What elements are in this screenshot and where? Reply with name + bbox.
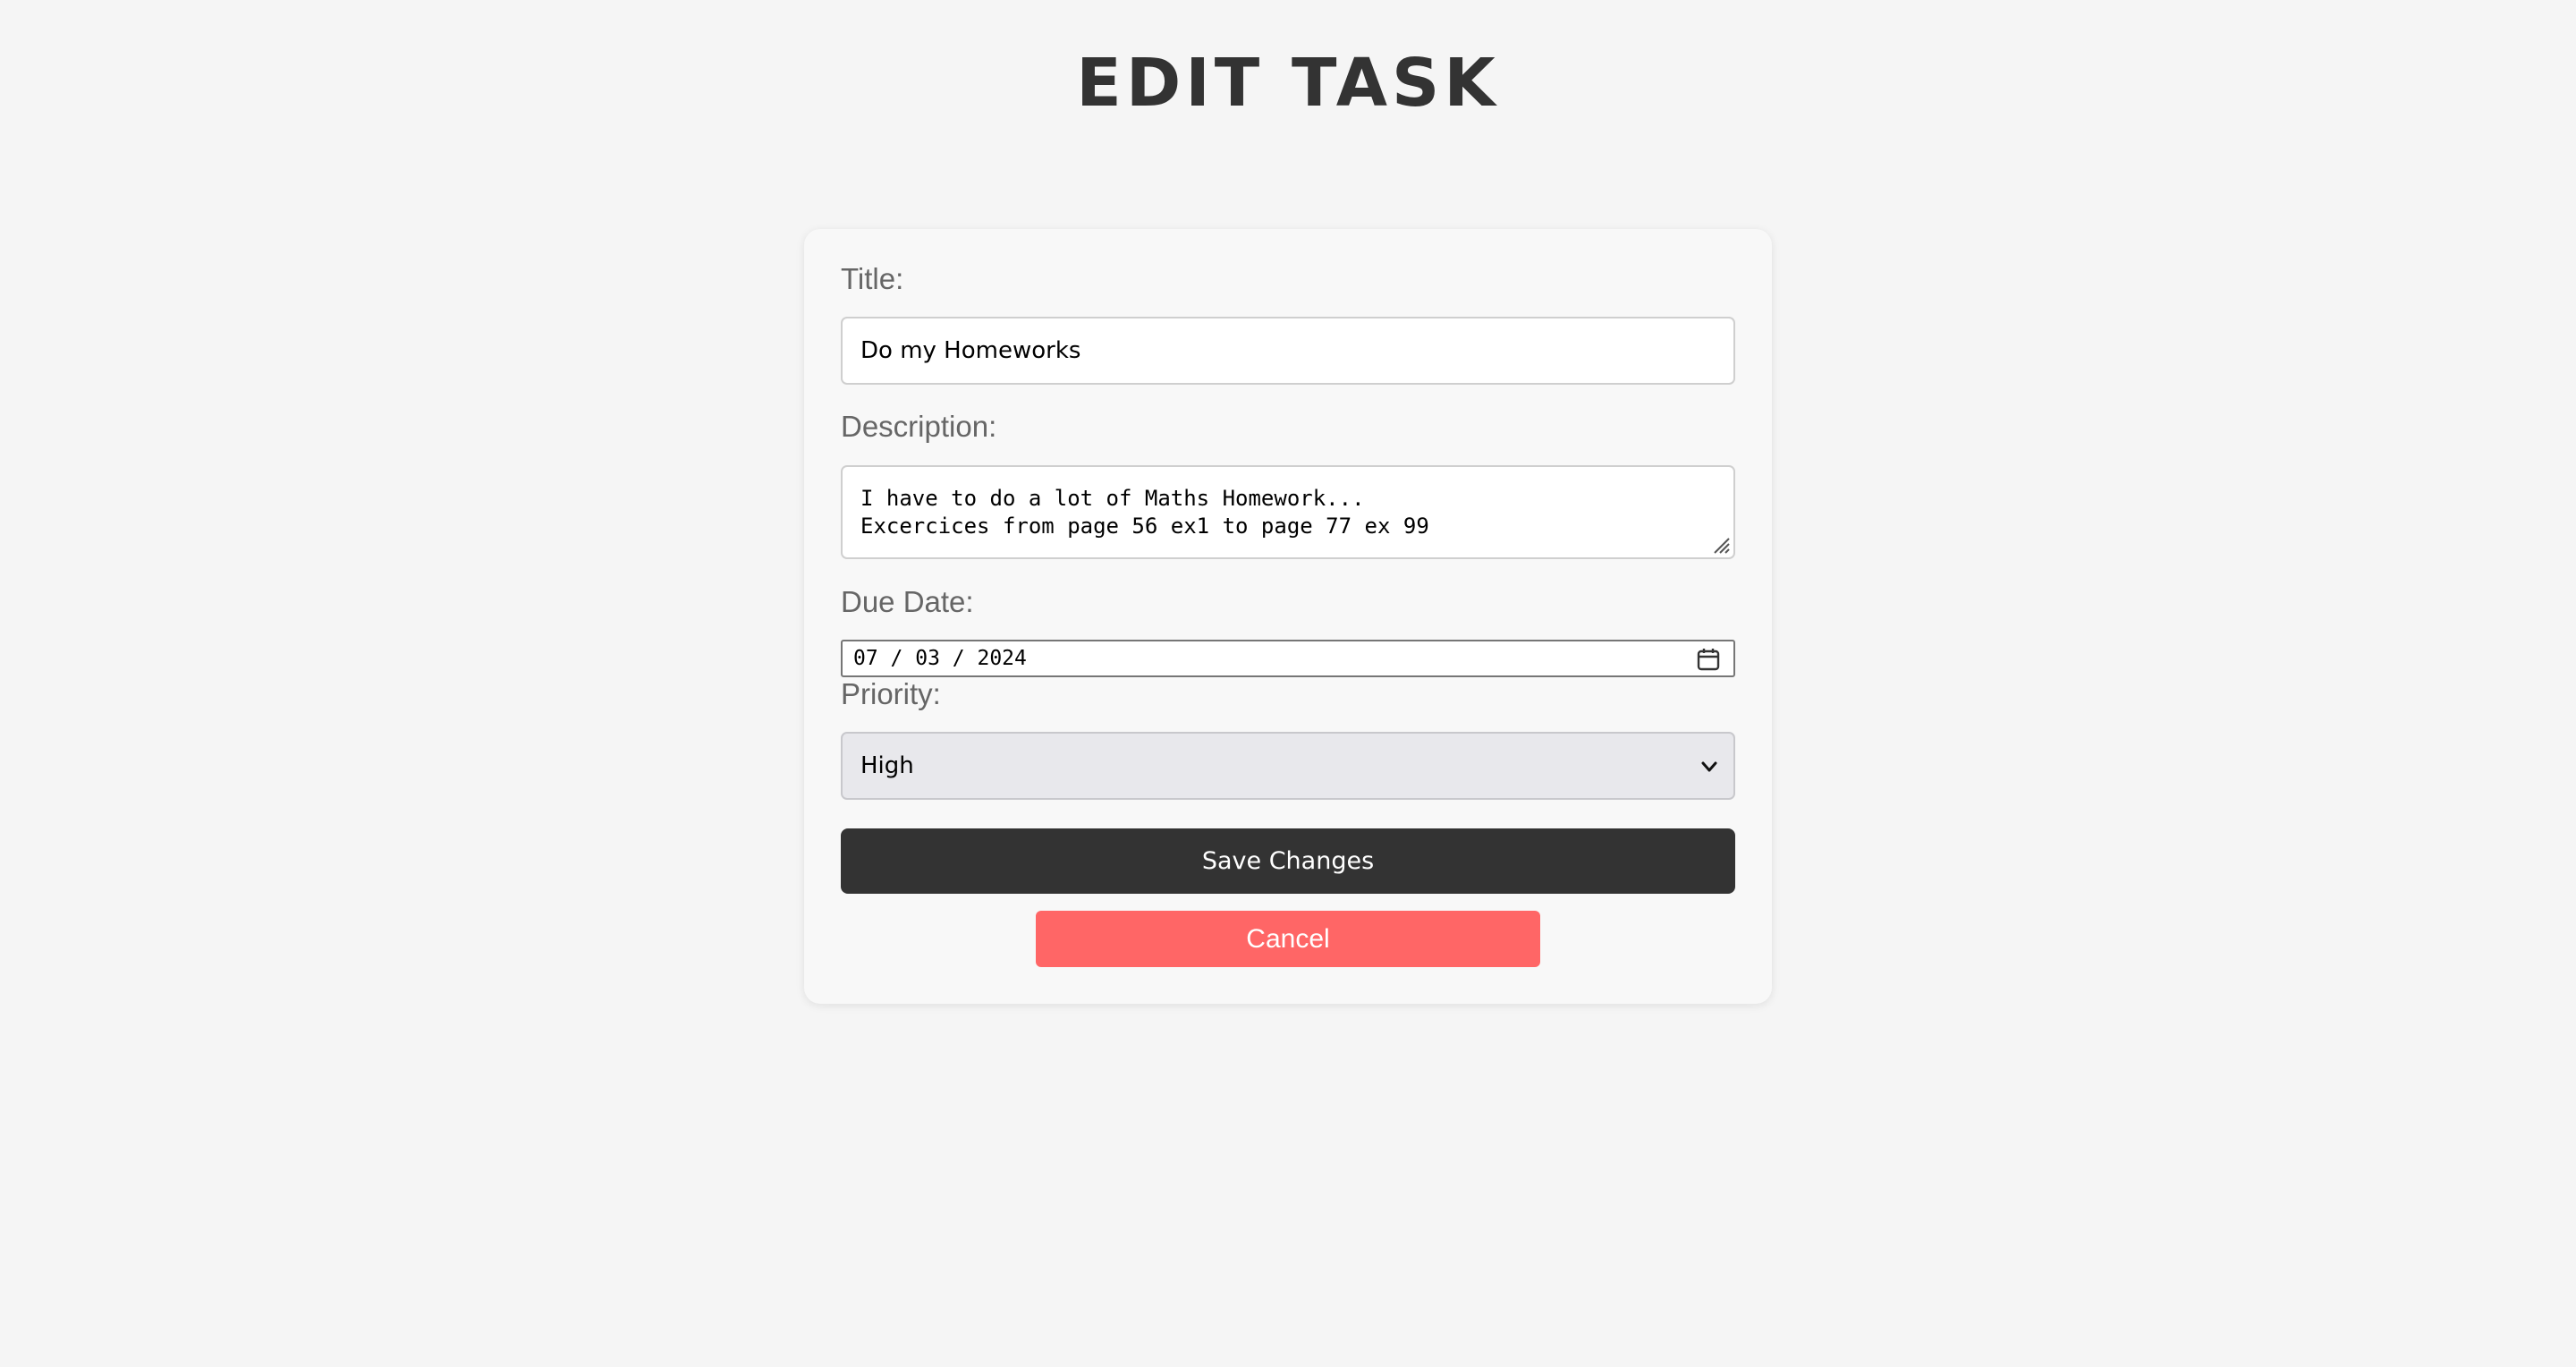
priority-label: Priority: (841, 677, 941, 710)
chevron-down-icon (1701, 761, 1717, 772)
due-date-value: 07 / 03 / 2024 (853, 647, 1027, 670)
due-date-input[interactable]: 07 / 03 / 2024 (841, 640, 1735, 677)
title-input[interactable]: Do my Homeworks (841, 317, 1735, 385)
priority-selected-value: High (860, 752, 914, 779)
title-input-value: Do my Homeworks (860, 337, 1081, 364)
save-changes-button[interactable]: Save Changes (841, 828, 1735, 894)
description-label: Description: (841, 410, 997, 443)
priority-select[interactable]: High (841, 732, 1735, 800)
description-value: I have to do a lot of Maths Homework... … (860, 486, 1429, 539)
description-textarea[interactable]: I have to do a lot of Maths Homework... … (841, 465, 1735, 559)
title-label: Title: (841, 262, 904, 295)
resize-grip-icon[interactable] (1710, 534, 1730, 554)
edit-task-form: Title: Do my Homeworks Description: I ha… (804, 229, 1772, 1004)
calendar-icon[interactable] (1696, 647, 1721, 672)
page-title: EDIT TASK (1076, 45, 1500, 122)
due-date-label: Due Date: (841, 585, 974, 618)
cancel-button[interactable]: Cancel (1036, 911, 1540, 967)
